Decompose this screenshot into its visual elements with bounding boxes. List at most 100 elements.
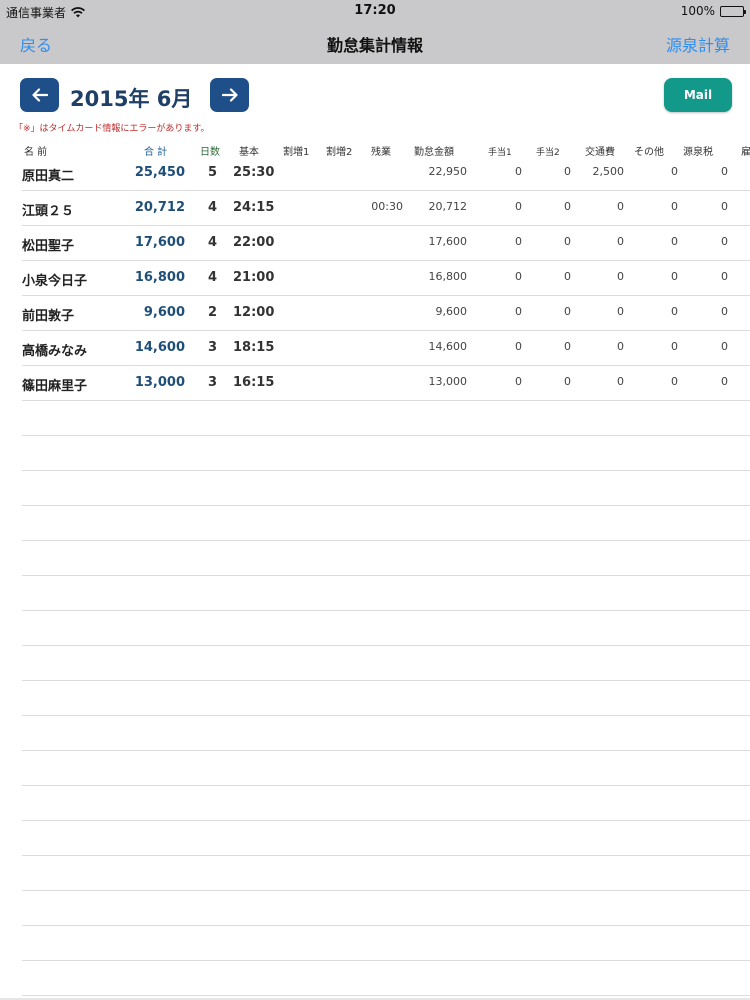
cell-basic: 18:15 xyxy=(233,340,275,355)
cell-name: 江頭２５ xyxy=(22,204,75,219)
empty-row xyxy=(0,401,750,436)
cell-basic: 24:15 xyxy=(233,200,275,215)
cell-name: 松田聖子 xyxy=(22,239,75,254)
cell-amount: 22,950 xyxy=(428,165,468,178)
cell-allow1: 0 xyxy=(515,165,522,178)
cell-overtime: 00:30 xyxy=(371,200,403,213)
cell-transport: 0 xyxy=(617,270,624,283)
cell-name: 小泉今日子 xyxy=(22,274,88,289)
cell-total: 17,600 xyxy=(134,235,185,250)
cell-days: 4 xyxy=(208,235,218,250)
table-row[interactable]: 原田真二 25,450 5 25:30 22,950 0 0 2,500 0 0 xyxy=(0,156,750,191)
cell-allow1: 0 xyxy=(515,340,522,353)
status-time: 17:20 xyxy=(354,3,396,18)
cell-days: 3 xyxy=(208,375,218,390)
cell-allow2: 0 xyxy=(564,375,571,388)
empty-row xyxy=(0,926,750,961)
cell-tax: 0 xyxy=(721,305,728,318)
cell-other: 0 xyxy=(671,270,678,283)
table-row[interactable]: 前田敦子 9,600 2 12:00 9,600 0 0 0 0 0 xyxy=(0,296,750,331)
empty-row xyxy=(0,821,750,856)
cell-total: 20,712 xyxy=(134,200,185,215)
cell-tax: 0 xyxy=(721,375,728,388)
cell-allow1: 0 xyxy=(515,235,522,248)
cell-other: 0 xyxy=(671,340,678,353)
cell-allow2: 0 xyxy=(564,235,571,248)
cell-allow1: 0 xyxy=(515,200,522,213)
table-row[interactable]: 江頭２５ 20,712 4 24:15 00:30 20,712 0 0 0 0 0 xyxy=(0,191,750,226)
battery-icon xyxy=(720,5,746,17)
cell-allow2: 0 xyxy=(564,340,571,353)
empty-row xyxy=(0,611,750,646)
cell-days: 4 xyxy=(208,270,218,285)
cell-total: 16,800 xyxy=(134,270,185,285)
empty-row xyxy=(0,576,750,611)
cell-total: 13,000 xyxy=(134,375,185,390)
cell-tax: 0 xyxy=(721,165,728,178)
empty-row xyxy=(0,856,750,891)
empty-row xyxy=(0,751,750,786)
cell-basic: 12:00 xyxy=(233,305,275,320)
cell-tax: 0 xyxy=(721,270,728,283)
cell-basic: 25:30 xyxy=(233,165,275,180)
empty-row xyxy=(0,681,750,716)
cell-other: 0 xyxy=(671,235,678,248)
cell-name: 篠田麻里子 xyxy=(22,379,88,394)
page-title: 勤怠集計情報 xyxy=(326,36,423,55)
back-button[interactable]: 戻る xyxy=(20,32,52,56)
cell-name: 高橋みなみ xyxy=(22,344,88,359)
next-month-button[interactable] xyxy=(210,78,249,112)
cell-other: 0 xyxy=(671,305,678,318)
cell-other: 0 xyxy=(671,200,678,213)
current-month: 2015年 6月 xyxy=(70,87,193,111)
table-header: 名 前 合 計 日数 基本 割増1 割増2 残業 勤怠金額 手当1 手当2 交通… xyxy=(0,143,750,158)
empty-row xyxy=(0,891,750,926)
battery-info: 100% xyxy=(681,4,746,18)
navigation-bar: 戻る 勤怠集計情報 源泉計算 xyxy=(0,22,750,64)
cell-total: 25,450 xyxy=(134,165,185,180)
table-row[interactable]: 篠田麻里子 13,000 3 16:15 13,000 0 0 0 0 0 xyxy=(0,366,750,401)
cell-days: 2 xyxy=(208,305,218,320)
cell-total: 9,600 xyxy=(143,305,185,320)
empty-row xyxy=(0,506,750,541)
table-row[interactable]: 高橋みなみ 14,600 3 18:15 14,600 0 0 0 0 0 xyxy=(0,331,750,366)
arrow-left-icon xyxy=(31,88,48,102)
empty-row xyxy=(0,961,750,996)
cell-allow1: 0 xyxy=(515,375,522,388)
prev-month-button[interactable] xyxy=(20,78,59,112)
cell-name: 前田敦子 xyxy=(22,309,75,324)
cell-transport: 0 xyxy=(617,375,624,388)
cell-amount: 14,600 xyxy=(428,340,468,353)
error-note: 「※」はタイムカード情報にエラーがあります。 xyxy=(14,124,210,134)
cell-allow2: 0 xyxy=(564,270,571,283)
cell-tax: 0 xyxy=(721,340,728,353)
cell-tax: 0 xyxy=(721,235,728,248)
cell-basic: 16:15 xyxy=(233,375,275,390)
empty-row xyxy=(0,786,750,821)
empty-table-area xyxy=(0,401,750,996)
cell-tax: 0 xyxy=(721,200,728,213)
cell-transport: 0 xyxy=(617,340,624,353)
cell-allow1: 0 xyxy=(515,305,522,318)
arrow-right-icon xyxy=(221,88,238,102)
cell-allow1: 0 xyxy=(515,270,522,283)
empty-row xyxy=(0,716,750,751)
cell-transport: 2,500 xyxy=(592,165,625,178)
cell-days: 3 xyxy=(208,340,218,355)
status-bar: 通信事業者 17:20 100% xyxy=(0,0,750,22)
cell-days: 4 xyxy=(208,200,218,215)
tax-calc-button[interactable]: 源泉計算 xyxy=(666,32,730,56)
cell-amount: 17,600 xyxy=(428,235,468,248)
table-row[interactable]: 松田聖子 17,600 4 22:00 17,600 0 0 0 0 0 xyxy=(0,226,750,261)
cell-amount: 16,800 xyxy=(428,270,468,283)
cell-amount: 13,000 xyxy=(428,375,468,388)
cell-days: 5 xyxy=(208,165,218,180)
cell-allow2: 0 xyxy=(564,305,571,318)
table-row[interactable]: 小泉今日子 16,800 4 21:00 16,800 0 0 0 0 0 xyxy=(0,261,750,296)
cell-other: 0 xyxy=(671,165,678,178)
empty-row xyxy=(0,471,750,506)
mail-button[interactable]: Mail xyxy=(664,78,732,112)
empty-row xyxy=(0,541,750,576)
cell-name: 原田真二 xyxy=(22,169,75,184)
cell-transport: 0 xyxy=(617,305,624,318)
